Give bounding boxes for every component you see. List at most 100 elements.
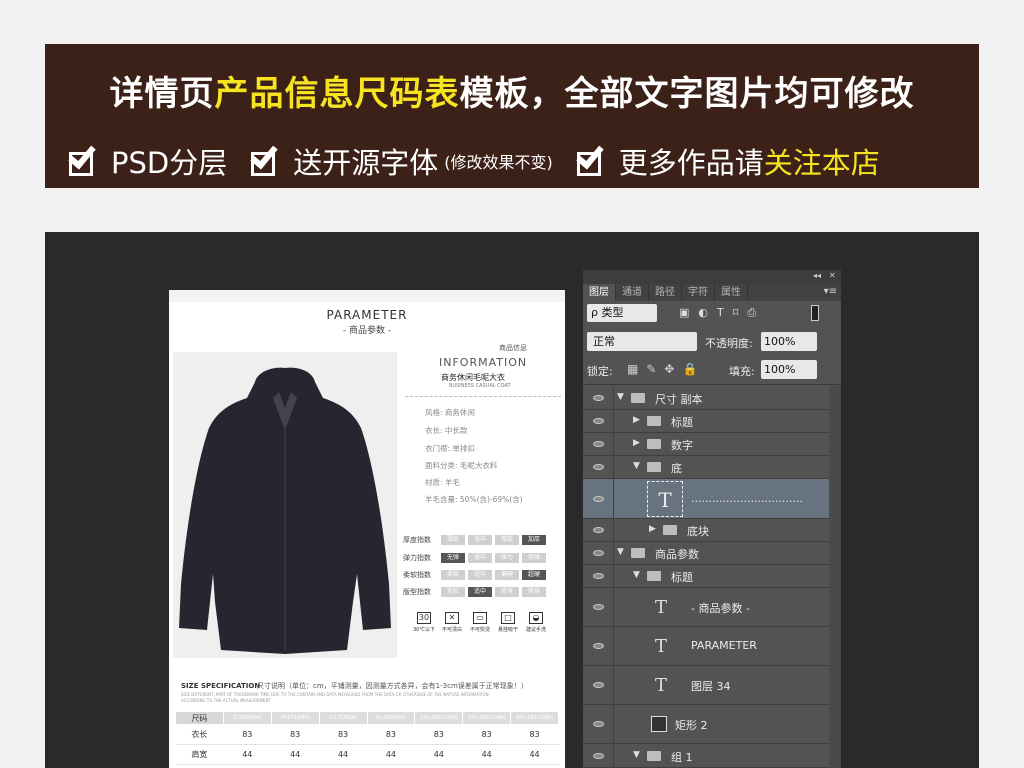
visibility-eye-icon[interactable] <box>583 744 614 767</box>
filter-icons[interactable]: ▣◐T⌑⎙ <box>679 306 765 320</box>
visibility-eye-icon[interactable] <box>583 479 614 518</box>
visibility-eye-icon[interactable] <box>583 519 614 541</box>
tab-layers[interactable]: 图层 <box>583 284 616 301</box>
product-name-en: BUSINESS CASUAL COAT <box>449 383 511 389</box>
expand-arrow-icon[interactable]: ▼ <box>617 392 624 402</box>
tab-properties[interactable]: 属性 <box>715 284 748 301</box>
doc-top-bar <box>169 290 565 302</box>
layer-row[interactable]: T 图层 34 <box>583 666 829 705</box>
visibility-eye-icon[interactable] <box>583 666 614 704</box>
care-no-bleach-icon: ✕ 不可漂白 <box>441 612 462 633</box>
spec-item: 风格: 商务休闲 <box>425 408 475 417</box>
text-layer-icon: T <box>655 675 668 696</box>
care-hang-dry-icon: □ 悬挂晾干 <box>497 612 518 633</box>
tab-character[interactable]: 字符 <box>682 284 715 301</box>
visibility-eye-icon[interactable] <box>583 542 614 564</box>
folder-icon <box>647 416 661 426</box>
size-table-header: 尺码 S(168/84A) M(170/88A) L(175/92A) XL(180/9… <box>175 711 559 725</box>
panel-tabs: 图层 通道 路径 字符 属性 <box>583 284 841 301</box>
tab-channels[interactable]: 通道 <box>616 284 649 301</box>
feature-more-a: 更多作品请 <box>618 146 764 180</box>
folder-icon <box>631 548 645 558</box>
feature-font-note: (修改效果不变) <box>444 153 553 172</box>
feature-font: 送开源字体 <box>293 146 439 180</box>
parameter-title: PARAMETER <box>326 308 408 322</box>
layer-filter-select[interactable]: ρ 类型 <box>587 304 657 322</box>
layer-row[interactable]: ▼ 标题 <box>583 565 829 588</box>
visibility-eye-icon[interactable] <box>583 705 614 743</box>
feature-more-b: 关注本店 <box>763 146 880 180</box>
divider <box>405 396 561 397</box>
layer-row[interactable]: 矩形 2 <box>583 705 829 744</box>
table-row: 衣长 83 83 83 83 83 83 83 <box>175 724 559 745</box>
product-name: 商务休闲毛呢大衣 <box>441 373 505 382</box>
size-table: 尺码 S(168/84A) M(170/88A) L(175/92A) XL(180/9… <box>175 711 559 765</box>
layer-row[interactable]: ▼ 底 <box>583 456 829 479</box>
folder-icon <box>647 571 661 581</box>
parameter-subtitle: - 商品参数 - <box>342 326 392 336</box>
checkbox-icon <box>68 140 103 176</box>
layer-row[interactable]: ▼ 尺寸 副本 <box>583 387 829 410</box>
spec-item: 衣长: 中长款 <box>425 426 468 435</box>
expand-arrow-icon[interactable]: ▼ <box>633 570 640 580</box>
size-note: 尺寸说明（单位：cm，平铺测量，因测量方式各异，会有1-3cm误差属于正常现象！… <box>257 682 528 690</box>
filter-toggle[interactable] <box>811 305 819 321</box>
size-note-en-2: ACCORDING TO THE ACTUAL MEASUREMENT <box>181 698 271 703</box>
visibility-eye-icon[interactable] <box>583 588 614 626</box>
fill-field[interactable]: 100% <box>761 360 817 379</box>
document-canvas[interactable]: PARAMETER - 商品参数 - 商品信息 INFORMATION 商务休闲… <box>169 290 565 768</box>
layer-row-selected[interactable]: T ................................ <box>583 479 829 519</box>
divider <box>583 384 841 385</box>
canvas-area[interactable]: PARAMETER - 商品参数 - 商品信息 INFORMATION 商务休闲… <box>45 232 979 768</box>
layer-row[interactable]: ▶ 底块 <box>583 519 829 542</box>
folder-icon <box>647 439 661 449</box>
coat-silhouette <box>179 367 391 654</box>
expand-arrow-icon[interactable]: ▼ <box>617 547 624 557</box>
visibility-eye-icon[interactable] <box>583 433 614 455</box>
lock-icons[interactable]: ▦✎✥🔒 <box>627 362 705 376</box>
layer-row[interactable]: ▼ 组 1 <box>583 744 829 768</box>
blend-mode-select[interactable]: 正常 <box>587 332 697 351</box>
index-row-softness: 柔软指数 柔软 适中 偏硬 超硬 <box>403 569 549 581</box>
table-row: 肩宽 44 44 44 44 44 44 44 <box>175 744 559 765</box>
checkbox-icon <box>576 140 611 176</box>
care-wash-icon: 30 30℃以下 <box>413 612 435 633</box>
index-row-elasticity: 弹力指数 无弹 适中 弹力 很弹 <box>403 552 549 564</box>
layer-row[interactable]: ▼ 商品参数 <box>583 542 829 565</box>
expand-arrow-icon[interactable]: ▼ <box>633 461 640 471</box>
opacity-field[interactable]: 100% <box>761 332 817 351</box>
collapse-arrow-icon[interactable]: ▶ <box>633 415 640 425</box>
shape-layer-icon <box>651 716 667 732</box>
banner-features: PSD分层 送开源字体 (修改效果不变) 更多作品请 关注本店 <box>68 140 880 182</box>
banner-title: 详情页产品信息尺码表模板，全部文字图片均可修改 <box>109 74 915 114</box>
care-no-iron-icon: ▭ 不可熨烫 <box>469 612 490 633</box>
close-icon[interactable]: ✕ <box>829 271 836 280</box>
checkbox-icon <box>250 140 285 176</box>
expand-arrow-icon[interactable]: ▼ <box>633 750 640 760</box>
care-hand-wash-icon: ◒ 建议手洗 <box>525 612 546 633</box>
visibility-eye-icon[interactable] <box>583 410 614 432</box>
opacity-label: 不透明度: <box>705 337 753 350</box>
visibility-eye-icon[interactable] <box>583 565 614 587</box>
layer-row[interactable]: T PARAMETER <box>583 627 829 666</box>
collapse-arrow-icon[interactable]: ▶ <box>649 524 656 534</box>
layer-row[interactable]: T - 商品参数 - <box>583 588 829 627</box>
collapse-arrow-icon[interactable]: ▶ <box>633 438 640 448</box>
layers-panel[interactable]: ◂◂ ✕ 图层 通道 路径 字符 属性 ▾≡ ρ 类型 ▣◐T⌑⎙ 正常 不透明… <box>583 270 841 768</box>
tab-paths[interactable]: 路径 <box>649 284 682 301</box>
size-spec-title: SIZE SPECIFICATION <box>181 682 261 690</box>
info-title: INFORMATION <box>439 356 528 369</box>
spec-item: 材质: 羊毛 <box>425 478 460 487</box>
coat-image <box>173 352 397 658</box>
layer-row[interactable]: ▶ 标题 <box>583 410 829 433</box>
lock-label: 锁定: <box>587 365 613 378</box>
panel-menu-icon[interactable]: ▾≡ <box>824 286 837 297</box>
collapse-icon[interactable]: ◂◂ <box>813 271 821 280</box>
layers-scrollbar[interactable] <box>829 386 841 768</box>
folder-icon <box>631 393 645 403</box>
text-layer-icon: T <box>655 636 668 657</box>
visibility-eye-icon[interactable] <box>583 456 614 478</box>
layer-row[interactable]: ▶ 数字 <box>583 433 829 456</box>
visibility-eye-icon[interactable] <box>583 387 614 409</box>
visibility-eye-icon[interactable] <box>583 627 614 665</box>
